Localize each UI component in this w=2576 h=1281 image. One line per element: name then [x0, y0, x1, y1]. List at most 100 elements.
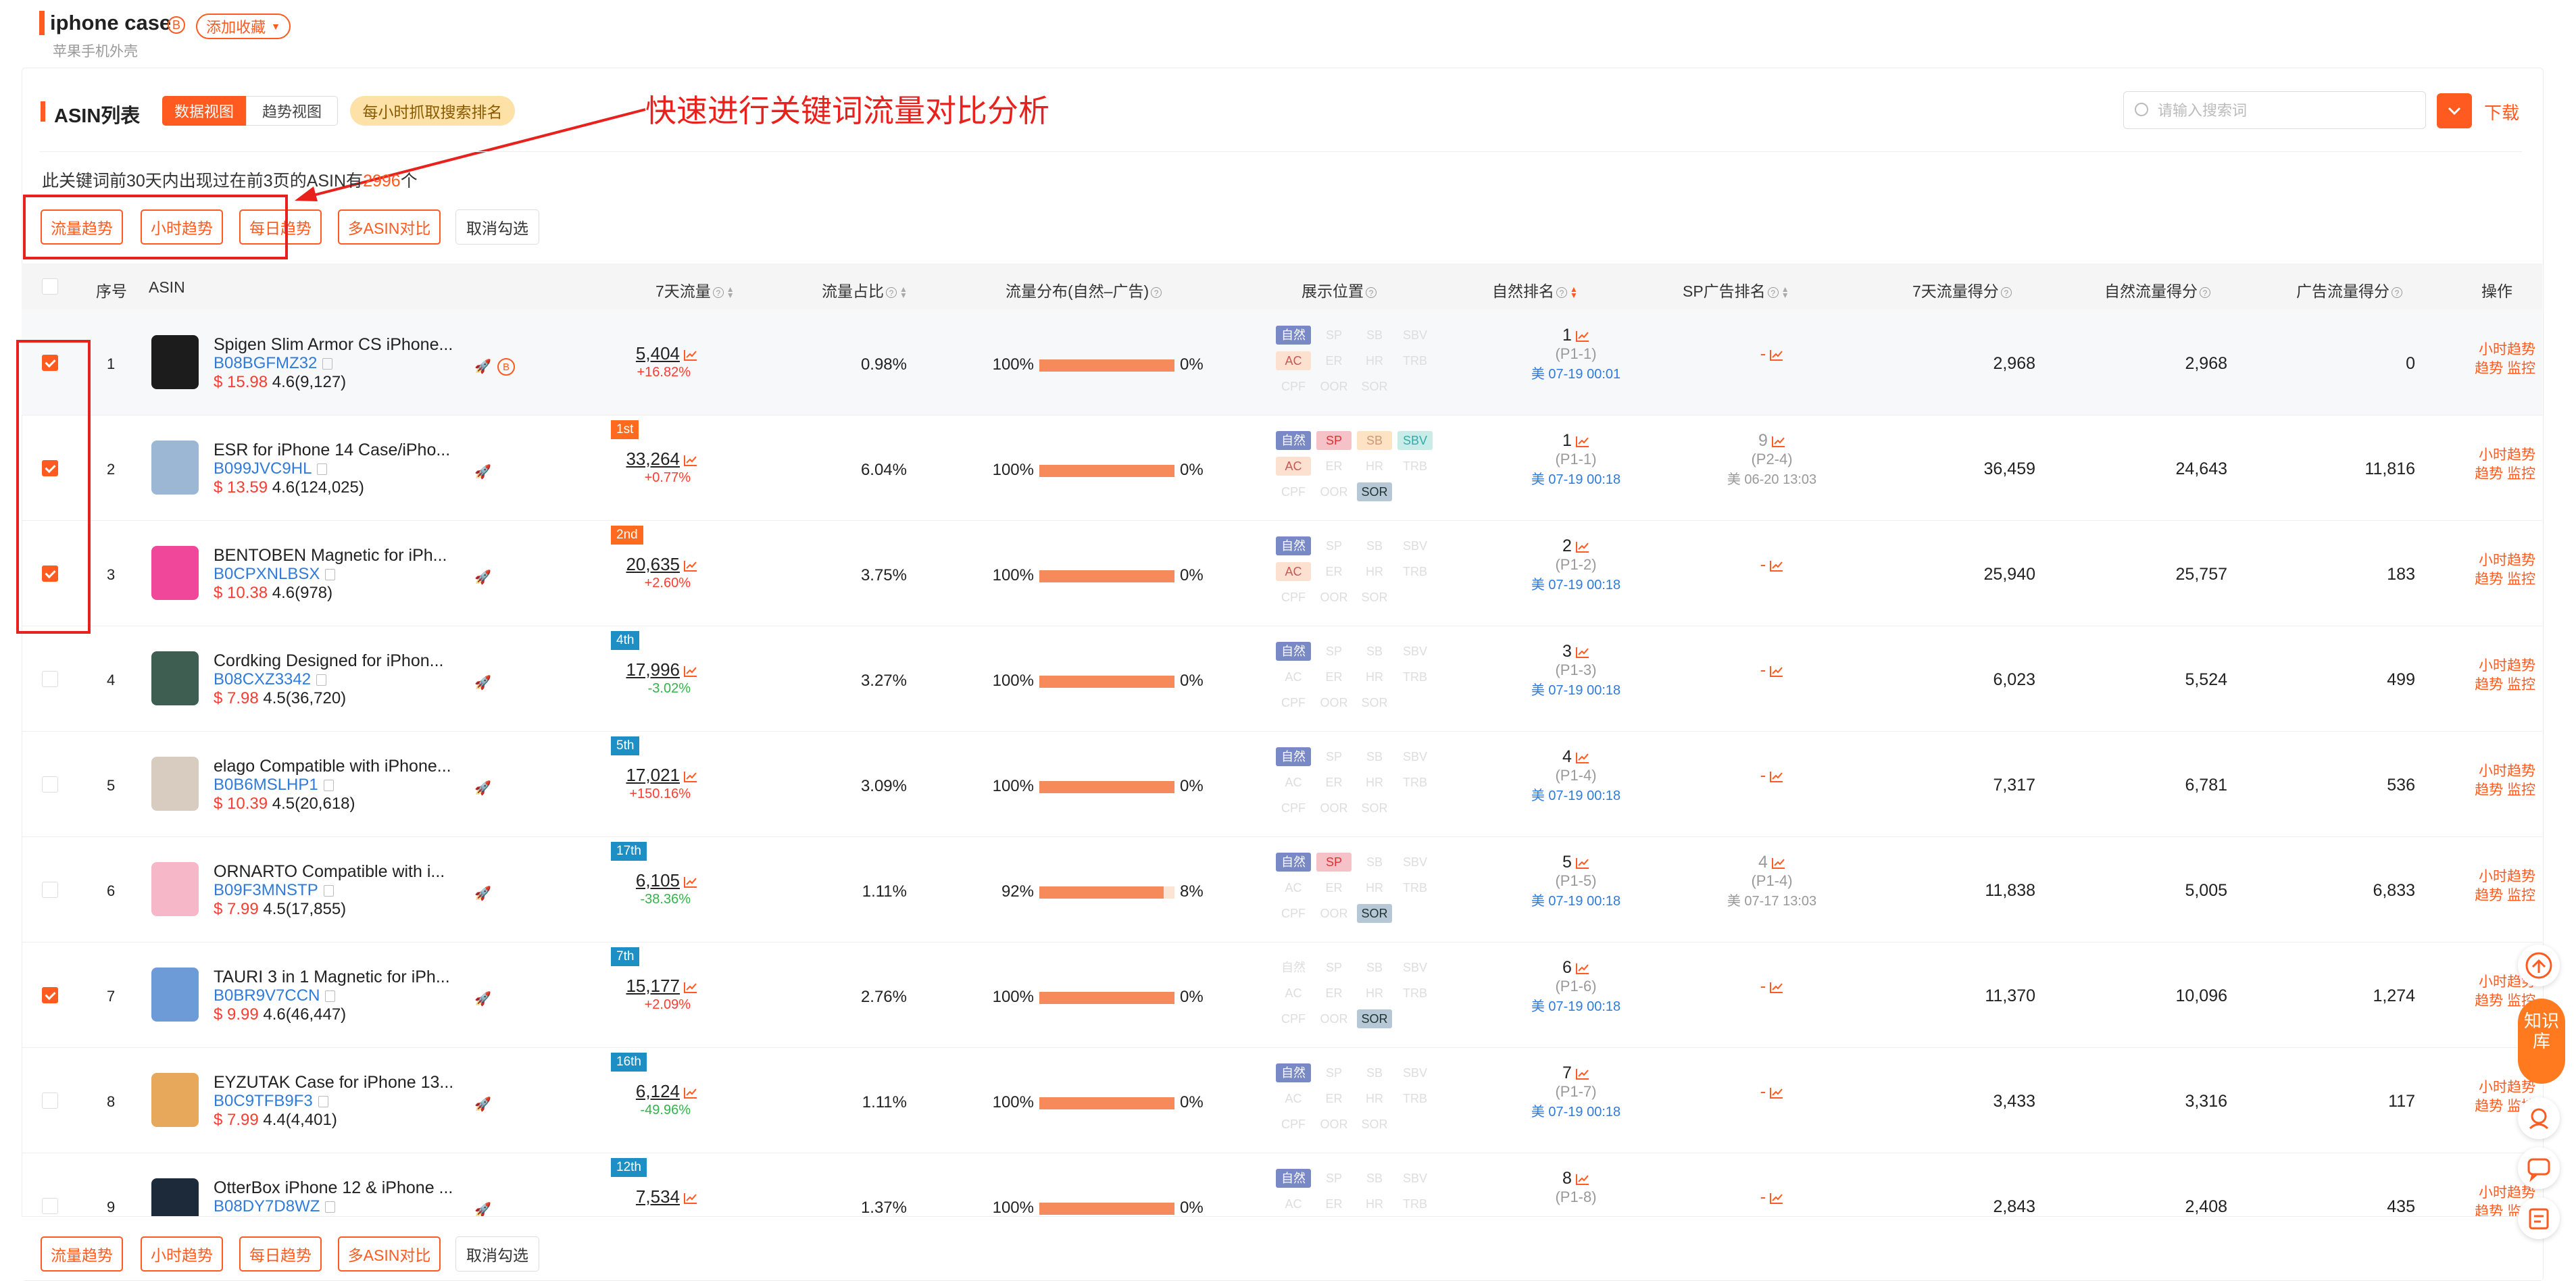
trend-chart-icon[interactable] [1770, 665, 1783, 678]
asin-link[interactable]: B0CPXNLBSX [214, 565, 336, 584]
trend-chart-icon[interactable] [1575, 646, 1589, 659]
col-share[interactable]: 流量占比? ▲ ▼ [822, 278, 908, 301]
col-sp-rank[interactable]: SP广告排名? ▲ ▼ [1683, 278, 1789, 301]
cancel-selection-button[interactable]: 取消勾选 [455, 209, 539, 245]
trend-link[interactable]: 趋势 [2475, 888, 2503, 903]
trend-chart-icon[interactable] [1575, 541, 1589, 553]
trend-chart-icon[interactable] [1770, 770, 1783, 783]
trend-chart-icon[interactable] [1575, 751, 1589, 764]
trend-chart-icon[interactable] [1575, 857, 1589, 870]
flow-7day[interactable]: 17,021 [555, 765, 697, 786]
trend-chart-icon[interactable] [1770, 559, 1783, 572]
product-thumbnail[interactable] [151, 441, 199, 495]
multi-asin-compare-button[interactable]: 多ASIN对比 [338, 209, 441, 245]
copy-icon[interactable] [325, 990, 336, 1003]
product-title[interactable]: EYZUTAK Case for iPhone 13... [214, 1073, 484, 1092]
product-thumbnail[interactable] [151, 335, 199, 389]
trend-link[interactable]: 趋势 [2475, 572, 2503, 587]
copy-icon[interactable] [325, 569, 336, 581]
trend-chart-icon[interactable] [684, 349, 697, 361]
trend-link[interactable]: 趋势 [2475, 466, 2503, 482]
flow-7day[interactable]: 33,264 [555, 449, 697, 470]
monitor-link[interactable]: 监控 [2507, 888, 2535, 903]
search-input[interactable] [2156, 92, 2416, 130]
asin-link[interactable]: B08BGFMZ32 [214, 354, 333, 373]
copy-icon[interactable] [317, 463, 328, 476]
download-link[interactable]: 下载 [2484, 99, 2519, 124]
asin-link[interactable]: B0C9TFB9F3 [214, 1092, 328, 1111]
col-natural-rank[interactable]: 自然排名? ▲ ▼ [1492, 278, 1578, 301]
hourly-trend-link[interactable]: 小时趋势 [2461, 551, 2535, 570]
row-checkbox[interactable] [42, 776, 58, 793]
trend-link[interactable]: 趋势 [2475, 993, 2503, 1009]
row-checkbox[interactable] [42, 671, 58, 687]
flow-7day[interactable]: 17,996 [555, 659, 697, 680]
trend-chart-icon[interactable] [1771, 435, 1785, 448]
trend-chart-icon[interactable] [684, 981, 697, 994]
trend-chart-icon[interactable] [684, 876, 697, 888]
chat-button[interactable] [2518, 1147, 2560, 1189]
monitor-link[interactable]: 监控 [2507, 572, 2535, 587]
feedback-button[interactable] [2518, 1197, 2560, 1239]
multi-asin-compare-button-bottom[interactable]: 多ASIN对比 [338, 1236, 441, 1272]
trend-chart-icon[interactable] [684, 559, 697, 572]
copy-icon[interactable] [323, 780, 334, 792]
row-checkbox[interactable] [42, 987, 58, 1003]
back-to-top-button[interactable] [2518, 945, 2560, 986]
cancel-selection-button-bottom[interactable]: 取消勾选 [455, 1236, 539, 1272]
asin-link[interactable]: B0BR9V7CCN [214, 986, 336, 1005]
trend-chart-icon[interactable] [1771, 857, 1785, 870]
hourly-trend-link[interactable]: 小时趋势 [2461, 762, 2535, 781]
monitor-link[interactable]: 监控 [2507, 361, 2535, 376]
download-options-button[interactable] [2437, 93, 2472, 128]
trend-link[interactable]: 趋势 [2475, 677, 2503, 693]
hourly-trend-link[interactable]: 小时趋势 [2461, 1078, 2535, 1097]
col-flow7[interactable]: 7天流量? ▲ ▼ [655, 278, 735, 301]
trend-link[interactable]: 趋势 [2475, 361, 2503, 376]
product-thumbnail[interactable] [151, 651, 199, 705]
monitor-link[interactable]: 监控 [2507, 782, 2535, 798]
asin-link[interactable]: B08CXZ3342 [214, 670, 327, 689]
trend-chart-icon[interactable] [1770, 1192, 1783, 1205]
hourly-trend-link[interactable]: 小时趋势 [2461, 341, 2535, 359]
flow-7day[interactable]: 20,635 [555, 554, 697, 575]
daily-trend-button-bottom[interactable]: 每日趋势 [239, 1236, 322, 1272]
hourly-trend-link[interactable]: 小时趋势 [2461, 868, 2535, 886]
asin-link[interactable]: B08DY7D8WZ [214, 1197, 336, 1216]
hourly-trend-link[interactable]: 小时趋势 [2461, 446, 2535, 465]
row-checkbox[interactable] [42, 1198, 58, 1214]
product-title[interactable]: TAURI 3 in 1 Magnetic for iPh... [214, 968, 484, 987]
copy-icon[interactable] [316, 674, 327, 686]
product-thumbnail[interactable] [151, 862, 199, 916]
trend-chart-icon[interactable] [1770, 1086, 1783, 1099]
trend-chart-icon[interactable] [684, 1086, 697, 1099]
product-thumbnail[interactable] [151, 757, 199, 811]
trend-chart-icon[interactable] [1770, 981, 1783, 994]
copy-icon[interactable] [325, 1201, 336, 1213]
flow-7day[interactable]: 15,177 [555, 976, 697, 997]
copy-icon[interactable] [323, 885, 334, 897]
flow-7day[interactable]: 5,404 [555, 343, 697, 364]
trend-chart-icon[interactable] [1575, 962, 1589, 975]
asin-link[interactable]: B099JVC9HL [214, 459, 328, 478]
row-checkbox[interactable] [42, 1092, 58, 1109]
support-button[interactable] [2518, 1097, 2560, 1139]
asin-link[interactable]: B0B6MSLHP1 [214, 776, 334, 795]
trend-chart-icon[interactable] [1575, 330, 1589, 343]
trend-chart-icon[interactable] [684, 1192, 697, 1205]
product-title[interactable]: BENTOBEN Magnetic for iPh... [214, 546, 484, 566]
flow-7day[interactable]: 6,124 [555, 1081, 697, 1102]
asin-link[interactable]: B09F3MNSTP [214, 881, 334, 900]
hourly-trend-button-bottom[interactable]: 小时趋势 [141, 1236, 223, 1272]
flow-7day[interactable]: 6,105 [555, 870, 697, 891]
hourly-trend-link[interactable]: 小时趋势 [2461, 657, 2535, 676]
copy-icon[interactable] [322, 358, 333, 370]
trend-chart-icon[interactable] [684, 454, 697, 467]
trend-chart-icon[interactable] [1575, 435, 1589, 448]
product-title[interactable]: OtterBox iPhone 12 & iPhone ... [214, 1178, 484, 1198]
product-title[interactable]: Cordking Designed for iPhon... [214, 651, 484, 671]
monitor-link[interactable]: 监控 [2507, 466, 2535, 482]
product-thumbnail[interactable] [151, 1073, 199, 1127]
add-favorite-button[interactable]: 添加收藏 ▼ [196, 14, 291, 39]
knowledge-base-button[interactable]: 知识库 [2518, 999, 2565, 1084]
